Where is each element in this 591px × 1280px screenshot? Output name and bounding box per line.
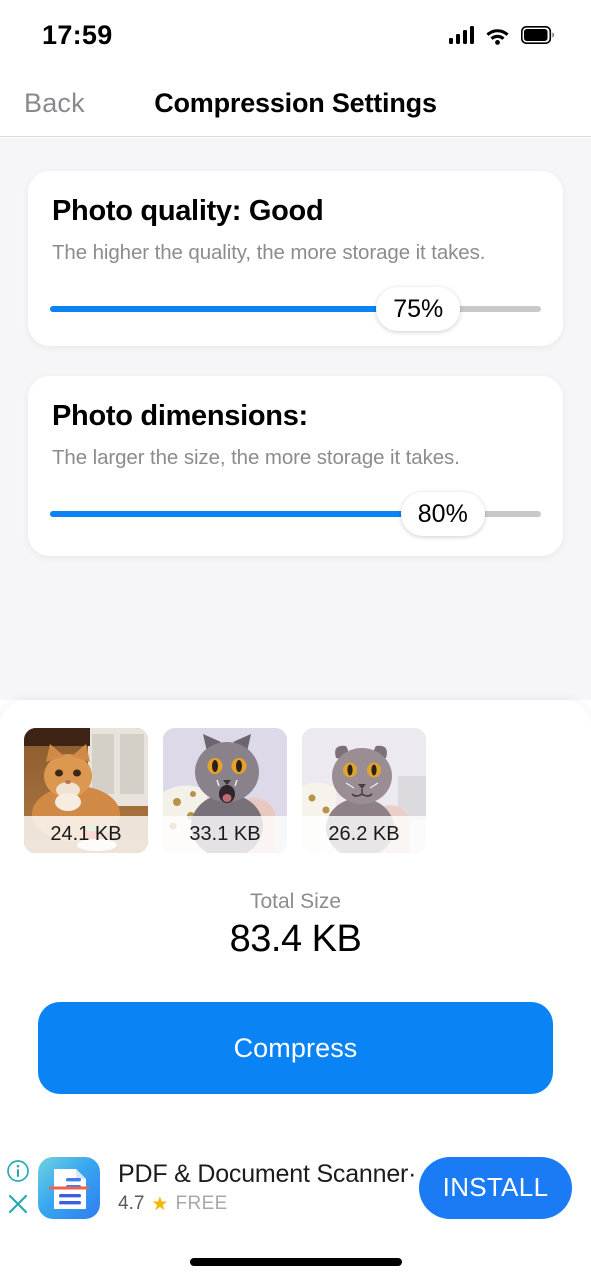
thumbnail-list: 24.1 KB 33.1 KB 26.2 KB [24, 728, 426, 853]
status-icons [448, 26, 556, 45]
total-size-label: Total Size [249, 890, 342, 913]
ad-price: FREE [175, 1193, 228, 1214]
slider-thumb[interactable]: 75% [376, 287, 461, 331]
battery-icon [521, 26, 555, 44]
ad-controls [3, 1159, 33, 1216]
photo-dimensions-subtitle: The larger the size, the more storage it… [52, 446, 460, 469]
status-time: 17:59 [42, 19, 113, 50]
thumbnail-item[interactable]: 26.2 KB [302, 728, 426, 853]
photo-dimensions-slider[interactable]: 80% [50, 492, 541, 536]
photo-dimensions-title: Photo dimensions: [52, 400, 308, 432]
thumbnail-size-label: 24.1 KB [24, 816, 148, 853]
thumbnail-size-label: 26.2 KB [302, 816, 426, 853]
wifi-icon [486, 28, 509, 45]
install-button[interactable]: INSTALL [419, 1156, 572, 1219]
home-indicator [189, 1258, 402, 1266]
info-circle-icon[interactable] [6, 1159, 30, 1183]
ad-rating: 4.7 [118, 1193, 145, 1214]
compress-button[interactable]: Compress [38, 1002, 553, 1094]
status-bar: 17:59 [0, 0, 591, 70]
phone-screen: 17:59 Compression Settings Back Photo qu [0, 0, 591, 1280]
thumbnail-item[interactable]: 33.1 KB [163, 728, 287, 853]
pdf-document-scanner-app-icon[interactable] [38, 1156, 100, 1219]
total-size-value: 83.4 KB [229, 918, 362, 960]
back-button[interactable]: Back [24, 88, 85, 119]
navigation-bar: Compression Settings Back [0, 70, 591, 137]
slider-fill [50, 511, 443, 517]
photo-quality-title: Photo quality: Good [52, 195, 324, 227]
star-icon: ★ [151, 1193, 169, 1215]
page-title: Compression Settings [154, 87, 437, 118]
thumbnail-item[interactable]: 24.1 KB [24, 728, 148, 853]
ad-banner: PDF & Document Scanner· 4.7 ★ FREE INSTA… [0, 1135, 591, 1240]
slider-fill [50, 306, 419, 312]
photo-quality-card: Photo quality: Good The higher the quali… [28, 171, 563, 346]
ad-text-block: PDF & Document Scanner· 4.7 ★ FREE [118, 1160, 419, 1216]
ad-title: PDF & Document Scanner· [118, 1159, 417, 1188]
preview-sheet: 24.1 KB 33.1 KB 26.2 KB Total Size 83.4 … [0, 700, 591, 1135]
photo-quality-slider[interactable]: 75% [50, 287, 541, 331]
thumbnail-size-label: 33.1 KB [163, 816, 287, 853]
ad-meta: 4.7 ★ FREE [118, 1193, 419, 1216]
settings-content: Photo quality: Good The higher the quali… [0, 138, 591, 700]
photo-quality-subtitle: The higher the quality, the more storage… [52, 241, 486, 264]
photo-dimensions-card: Photo dimensions: The larger the size, t… [28, 376, 563, 556]
cellular-signal-icon [448, 26, 474, 44]
close-icon[interactable] [6, 1192, 30, 1216]
slider-thumb[interactable]: 80% [400, 492, 485, 536]
